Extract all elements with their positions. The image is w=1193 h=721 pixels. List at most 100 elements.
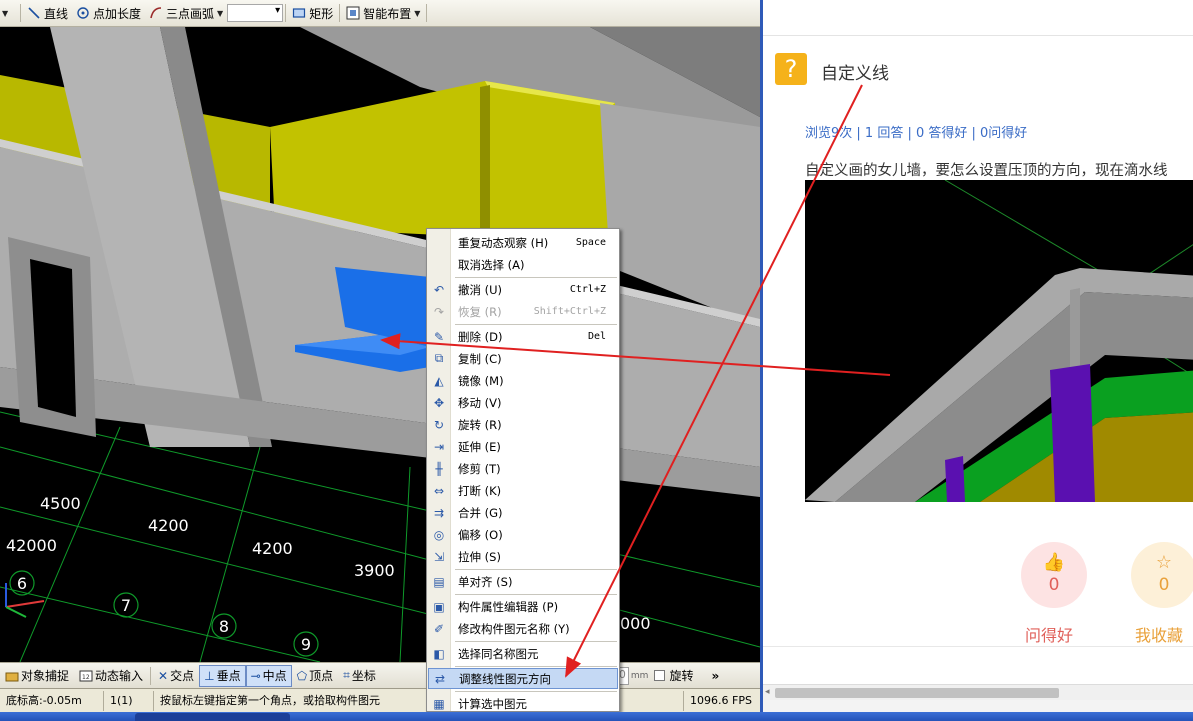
dynamic-input-icon: 12 [79,670,93,681]
context-menu-item[interactable]: ╫ 修剪 (T) [428,458,618,479]
context-menu-item-label: 删除 (D) [458,329,503,344]
context-menu-item-label: 拉伸 (S) [458,549,501,564]
toolbar-separator [339,4,341,22]
question-body: 自定义画的女儿墙，要怎么设置压顶的方向，现在滴水线 [805,163,1168,179]
favorite-button[interactable]: ☆ 0 [1131,542,1193,608]
dimension-label: 42000 [6,536,57,555]
scroll-left-icon[interactable]: ◂ [765,687,770,697]
context-menu-item[interactable]: ▤ 单对齐 (S) [428,571,618,592]
dimension-label: 000 [620,614,651,633]
context-menu-item-label: 偏移 (O) [458,527,503,542]
image-purple-column [945,456,965,502]
context-menu-item[interactable]: ✐ 修改构件图元名称 (Y) [428,618,618,639]
context-menu-item-label: 修剪 (T) [458,461,501,476]
align-icon: ▤ [433,574,445,589]
object-snap-button[interactable]: 对象捕捉 [0,665,74,687]
context-menu-item-label: 重复动态观察 (H) [458,235,549,250]
point-length-button[interactable]: 点加长度 [72,2,145,24]
perpendicular-snap-button[interactable]: ⊥ 垂点 [199,664,246,687]
delete-icon: ✎ [433,329,445,344]
intersection-snap-button[interactable]: ✕ 交点 [153,665,199,687]
toolbar-combo[interactable] [227,4,284,22]
context-menu-item[interactable]: ↷ 恢复 (R) Shift+Ctrl+Z [428,301,618,322]
rectangle-button[interactable]: 矩形 [288,2,337,24]
vertex-label: 顶点 [309,669,334,683]
copy-icon: ⧉ [434,351,444,365]
desktop: ▼ 直线 点加长度 三点画弧 ▼ 矩形 [0,0,1193,721]
context-menu-item[interactable]: ▦ 计算选中图元 [428,693,618,712]
menu-separator [455,277,617,278]
cad-window: ▼ 直线 点加长度 三点画弧 ▼ 矩形 [0,0,760,712]
redo-icon: ↷ [433,304,445,319]
toolbar-dropdown[interactable]: ▼ [0,2,18,24]
rotate-icon: ↻ [433,417,445,432]
context-menu-item[interactable]: ◧ 选择同名称图元 [428,643,618,664]
toolbar-separator [426,4,428,22]
star-icon: ☆ [1155,552,1173,573]
object-snap-icon [5,672,19,681]
context-menu-item-label: 旋转 (R) [458,417,502,432]
rename-icon: ✐ [433,621,445,636]
intersection-label: 交点 [170,669,195,683]
context-menu-item[interactable]: ⇉ 合并 (G) [428,502,618,523]
point-length-icon [77,7,89,19]
context-menu-item[interactable]: ◎ 偏移 (O) [428,524,618,545]
coordinate-snap-button[interactable]: ⌗ 坐标 [338,665,381,687]
horizontal-scrollbar[interactable]: ◂ [763,684,1193,700]
context-menu-item-label: 计算选中图元 [458,696,527,711]
overflow-icon[interactable]: » [711,669,719,683]
thumbs-up-icon: 👍 [1042,552,1066,573]
context-menu-item[interactable]: ⇲ 拉伸 (S) [428,546,618,567]
coordinate-icon: ⌗ [343,668,350,682]
context-menu-item[interactable]: ⇄ 调整线性图元方向 [428,668,618,689]
context-menu-item[interactable]: ⧉ 复制 (C) [428,348,618,369]
context-menu-item[interactable]: ◭ 镜像 (M) [428,370,618,391]
rotate-checkbox[interactable] [654,670,666,681]
context-menu: 重复动态观察 (H) Space 取消选择 (A) ↶ 撤消 (U) Ctrl+Z ↷ 恢复 … [426,228,620,712]
context-menu-item[interactable]: ▣ 构件属性编辑器 (P) [428,596,618,617]
3d-viewport[interactable]: 6 7 8 9 4500 4200 42000 4200 3900 000 [0,27,760,662]
context-menu-item[interactable]: ⇥ 延伸 (E) [428,436,618,457]
context-menu-item[interactable]: 取消选择 (A) [428,254,618,275]
context-menu-item[interactable]: 重复动态观察 (H) Space [428,232,618,253]
draw-toolbar: ▼ 直线 点加长度 三点画弧 ▼ 矩形 [0,0,760,27]
smart-layout-label: 智能布置 [363,6,412,21]
unit-label: mm [630,670,649,681]
axis-number: 8 [219,617,229,636]
ask-good-button[interactable]: 👍 0 [1021,542,1087,608]
rectangle-label: 矩形 [309,6,334,21]
menu-separator [455,641,617,642]
context-menu-item-label: 打断 (K) [458,483,502,498]
context-menu-item[interactable]: ✥ 移动 (V) [428,392,618,413]
context-menu-item[interactable]: ↶ 撤消 (U) Ctrl+Z [428,279,618,300]
question-image[interactable] [805,180,1193,502]
vertex-icon: ⬠ [296,668,308,683]
adjust-direction-icon: ⇄ [434,671,446,686]
dimension-label: 4500 [40,494,81,513]
context-menu-item-label: 单对齐 (S) [458,574,513,589]
perpendicular-icon: ⊥ [204,668,215,683]
context-menu-item[interactable]: ✎ 删除 (D) Del [428,326,618,347]
merge-icon: ⇉ [433,505,445,520]
smart-layout-button[interactable]: 智能布置 ▼ [342,2,424,24]
context-menu-item[interactable]: ⇔ 打断 (K) [428,480,618,501]
dimension-label: 4200 [252,539,293,558]
context-menu-item[interactable]: ↻ 旋转 (R) [428,414,618,435]
dynamic-input-button[interactable]: 12 动态输入 [74,665,148,687]
three-point-arc-label: 三点画弧 [166,6,215,21]
context-menu-item-label: 取消选择 (A) [458,257,525,272]
vertex-snap-button[interactable]: ⬠ 顶点 [292,665,338,687]
midpoint-snap-button[interactable]: ⊸ 中点 [245,664,292,687]
rectangle-icon [293,8,306,18]
scrollbar-thumb[interactable] [775,688,1059,698]
toolbar-separator [285,4,287,22]
question-stats[interactable]: 浏览9次 | 1 回答 | 0 答得好 | 0问得好 [805,122,1027,141]
three-point-arc-button[interactable]: 三点画弧 ▼ [145,2,227,24]
taskbar-button[interactable] [135,713,290,721]
status-bar: 底标高:-0.05m 1(1) 按鼠标左键指定第一个角点，或拾取构件图元 109… [0,688,760,712]
ask-good-label: 问得好 [1025,626,1074,645]
line-label: 直线 [44,6,69,21]
property-editor-icon: ▣ [433,599,445,614]
stretch-icon: ⇲ [433,549,445,564]
line-button[interactable]: 直线 [23,2,72,24]
